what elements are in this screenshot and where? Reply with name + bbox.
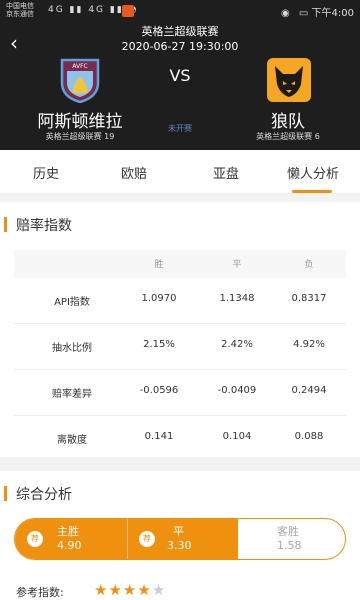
recommend-badge-icon: 荐: [27, 531, 43, 547]
result-selector: 荐 主胜 4.90 荐 平 3.30 客胜 1.58: [14, 518, 346, 560]
vs-label: VS: [169, 66, 191, 85]
cell-win: 0.141: [144, 431, 174, 442]
tab-bar: 历史 欧赔 亚盘 懒人分析: [0, 150, 360, 194]
status-bar: 中国电信 京东通信 4G ▮▮ 4G ▮▮ ◔ ◉ ▭ 下午4:00: [0, 0, 360, 22]
cell-draw: 0.104: [222, 431, 252, 442]
active-tab-indicator: [292, 190, 332, 193]
analysis-card: 综合分析 荐 主胜 4.90 荐 平 3.30 客胜 1.58 参考指数: ★★…: [0, 471, 360, 600]
option-odds: 4.90: [57, 539, 82, 552]
battery-icon: ▭: [298, 8, 309, 19]
match-status: 未开赛: [168, 124, 192, 133]
star-filled-icon: ★: [108, 581, 123, 599]
match-header: 中国电信 京东通信 4G ▮▮ 4G ▮▮ ◔ ◉ ▭ 下午4:00 ‹ 英格兰…: [0, 0, 360, 150]
analysis-title-text: 综合分析: [16, 487, 72, 503]
eye-icon: ◉: [280, 8, 290, 19]
section-accent-bar: [4, 217, 7, 232]
option-odds: 1.58: [277, 539, 302, 552]
home-team-rank: 英格兰超级联赛 19: [45, 132, 115, 141]
home-team-name[interactable]: 阿斯顿维拉: [20, 107, 140, 132]
star-empty-icon: ★: [151, 581, 167, 599]
odds-table: 胜 平 负 API指数 1.0970 1.1348 0.8317 抽水比例 2.…: [14, 250, 346, 462]
away-team-name[interactable]: 狼队: [232, 107, 344, 132]
reference-index-label: 参考指数:: [16, 586, 64, 599]
cell-lose: 0.2494: [291, 385, 327, 396]
league-title: 英格兰超级联赛: [141, 25, 219, 38]
analysis-title: 综合分析: [0, 484, 72, 504]
option-odds: 3.30: [167, 539, 192, 552]
cell-win: -0.0596: [139, 385, 179, 396]
row-label: 赔率差异: [52, 389, 92, 400]
col-header-lose: 负: [304, 260, 314, 270]
table-row: 离散度 0.141 0.104 0.088: [14, 416, 346, 462]
carrier-1: 中国电信: [6, 2, 34, 10]
option-label: 平: [173, 525, 184, 538]
away-team-logo[interactable]: [266, 57, 312, 103]
row-label: API指数: [54, 297, 90, 308]
app-notification-icon: [122, 5, 134, 17]
cell-draw: 1.1348: [219, 293, 255, 304]
tab-asian-handicap[interactable]: 亚盘: [196, 163, 256, 182]
match-datetime: 2020-06-27 19:30:00: [121, 40, 239, 53]
home-team-logo[interactable]: AVFC: [58, 57, 102, 103]
status-right: ◉ ▭ 下午4:00: [281, 4, 354, 19]
cell-lose: 0.8317: [291, 293, 327, 304]
tab-history[interactable]: 历史: [16, 163, 76, 182]
table-row: 赔率差异 -0.0596 -0.0409 0.2494: [14, 370, 346, 416]
option-label: 主胜: [57, 525, 79, 538]
cell-win: 1.0970: [141, 293, 177, 304]
home-logo-text: AVFC: [72, 63, 87, 70]
tab-lazy-analysis[interactable]: 懒人分析: [280, 163, 346, 182]
row-label: 抽水比例: [52, 343, 92, 354]
odds-table-header: 胜 平 负: [14, 250, 346, 278]
tab-european-odds[interactable]: 欧赔: [104, 163, 164, 182]
odds-index-card: 赔率指数 胜 平 负 API指数 1.0970 1.1348 0.8317 抽水…: [0, 202, 360, 457]
col-header-draw: 平: [232, 260, 242, 270]
star-filled-icon: ★: [137, 581, 152, 599]
odds-index-title: 赔率指数: [0, 215, 72, 235]
odds-index-title-text: 赔率指数: [16, 218, 72, 234]
cell-draw: 2.42%: [221, 339, 253, 350]
carrier-2: 京东通信: [6, 10, 34, 18]
carrier-info: 中国电信 京东通信: [6, 2, 34, 18]
star-filled-icon: ★: [122, 581, 138, 599]
clock: 下午4:00: [311, 8, 354, 19]
recommend-badge-icon: 荐: [139, 531, 155, 547]
table-row: 抽水比例 2.15% 2.42% 4.92%: [14, 324, 346, 370]
away-team-rank: 英格兰超级联赛 6: [256, 132, 320, 141]
col-header-win: 胜: [154, 260, 164, 270]
table-row: API指数 1.0970 1.1348 0.8317: [14, 278, 346, 324]
row-label: 离散度: [57, 435, 87, 446]
star-filled-icon: ★: [94, 581, 109, 599]
cell-lose: 4.92%: [293, 339, 325, 350]
result-divider: [127, 519, 128, 559]
cell-win: 2.15%: [143, 339, 175, 350]
cell-lose: 0.088: [294, 431, 324, 442]
section-accent-bar: [4, 486, 7, 501]
cell-draw: -0.0409: [217, 385, 257, 396]
rating-stars: ★★★★★: [94, 581, 166, 599]
option-label: 客胜: [277, 525, 299, 538]
